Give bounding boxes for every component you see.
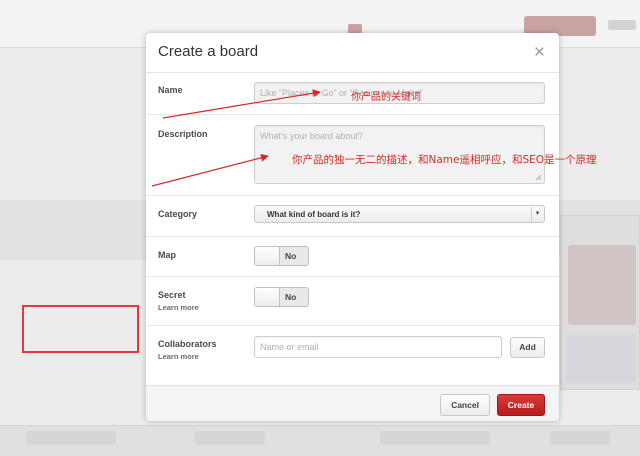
name-label: Name (158, 85, 183, 95)
toggle-knob (255, 288, 280, 306)
background-link (608, 20, 636, 30)
annotation-description-note: 你产品的独一无二的描述，和Name遥相呼应，和SEO是一个原理 (292, 154, 597, 166)
background-pin-footer (566, 335, 636, 383)
background-board-tab (550, 431, 610, 445)
category-label: Category (158, 209, 198, 219)
description-label: Description (158, 129, 208, 139)
toggle-knob (255, 247, 280, 265)
background-board-tab (195, 431, 265, 445)
collaborators-placeholder: Name or email (260, 342, 319, 352)
row-divider (146, 195, 559, 196)
annotation-name-note: 你产品的关键词 (351, 92, 421, 103)
collaborators-input[interactable]: Name or email (254, 336, 502, 358)
chevron-down-icon: ▾ (531, 207, 543, 221)
close-icon[interactable]: × (534, 43, 545, 63)
cancel-button[interactable]: Cancel (440, 394, 490, 416)
add-collaborator-button[interactable]: Add (510, 337, 545, 358)
annotation-highlight-box (22, 305, 139, 353)
background-board-tab (380, 431, 490, 445)
map-toggle-state: No (285, 251, 297, 261)
collaborators-label: Collaborators (158, 339, 217, 349)
category-selected-value: What kind of board is it? (267, 210, 361, 219)
background-board-tab (26, 431, 116, 445)
row-divider (146, 325, 559, 326)
collaborators-learn-more-link[interactable]: Learn more (158, 352, 199, 361)
dialog-footer: Cancel Create (146, 385, 559, 421)
resize-grip-icon[interactable] (535, 174, 542, 181)
header-divider (146, 72, 559, 73)
secret-toggle-state: No (285, 292, 297, 302)
background-pin-image (568, 245, 636, 325)
create-button[interactable]: Create (497, 394, 545, 416)
category-select[interactable]: What kind of board is it? ▾ (254, 205, 545, 223)
map-label: Map (158, 250, 176, 260)
map-toggle[interactable]: No (254, 246, 309, 266)
row-divider (146, 114, 559, 115)
secret-toggle[interactable]: No (254, 287, 309, 307)
row-divider (146, 276, 559, 277)
description-placeholder: What’s your board about? (260, 131, 363, 141)
secret-learn-more-link[interactable]: Learn more (158, 303, 199, 312)
dialog-title: Create a board (158, 43, 259, 60)
secret-label: Secret (158, 290, 186, 300)
row-divider (146, 236, 559, 237)
